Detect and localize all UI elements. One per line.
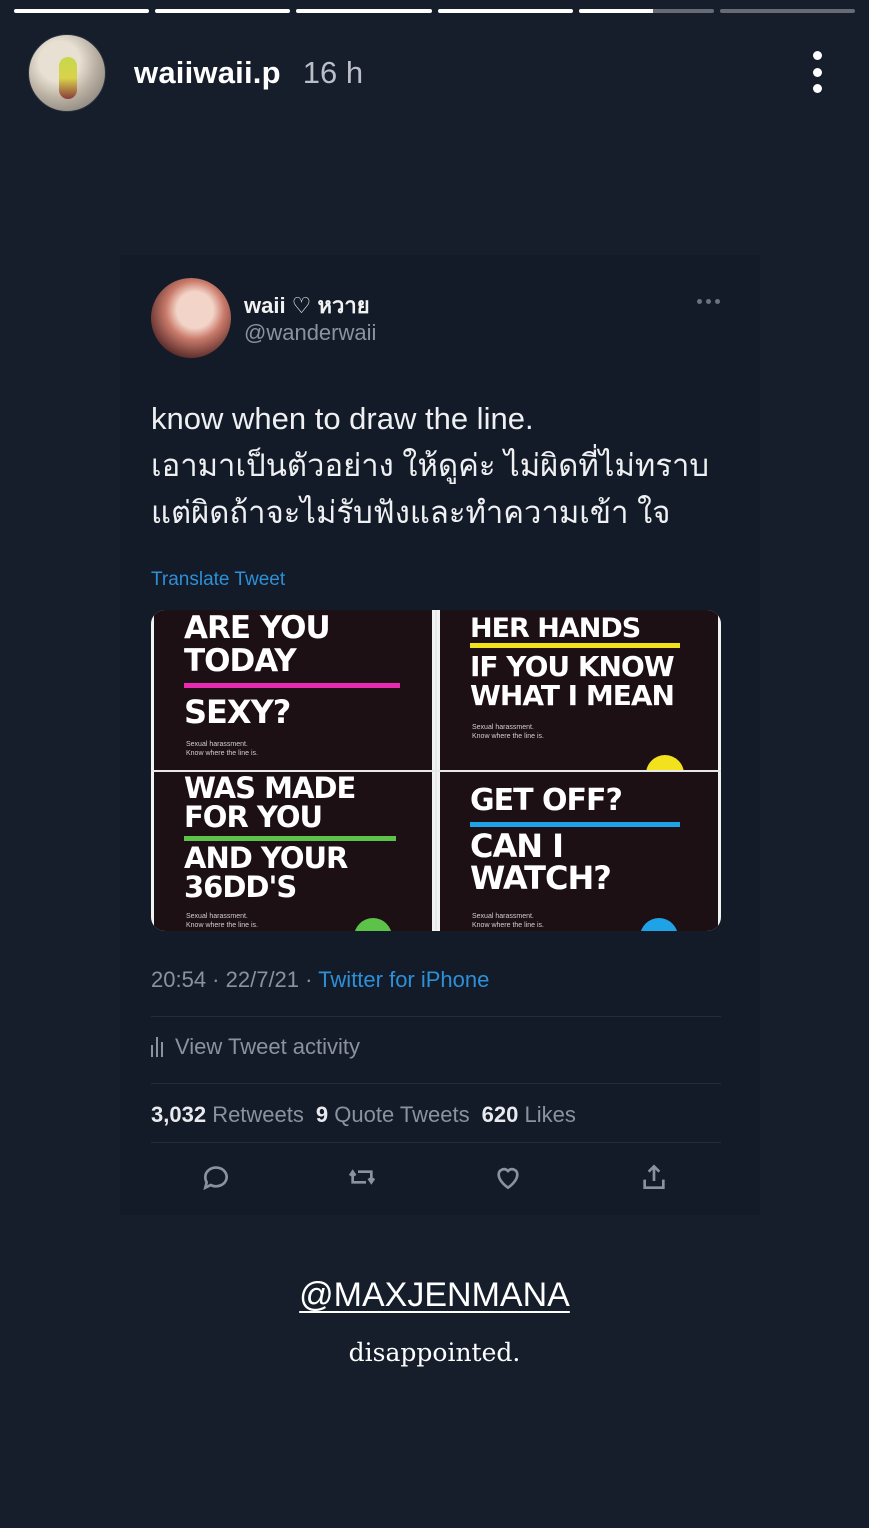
story-progress [14, 9, 856, 13]
media-caption: Sexual harassment. Know where the line i… [472, 724, 544, 740]
media-decor-circle [640, 917, 678, 931]
story-progress-fill [578, 9, 654, 13]
tweet-more-icon [697, 299, 720, 304]
quotes-label: Quote Tweets [334, 1102, 470, 1127]
media-subline: IF YOU KNOW WHAT I MEAN [470, 650, 675, 712]
media-caption: Sexual harassment. Know where the line i… [186, 912, 258, 929]
divider [151, 1083, 721, 1084]
story-progress-segment [155, 9, 291, 13]
media-image-4: GET OFF? CAN I WATCH? Sexual harassment.… [437, 771, 721, 931]
story-progress-segment [437, 9, 573, 13]
tweet-screenshot: waii ♡ หวาย @wanderwaii know when to dra… [120, 255, 760, 1215]
mention-text[interactable]: @MAXJENMANA [299, 1276, 570, 1314]
media-image-1: ARE YOU TODAY SEXY? Sexual harassment. K… [151, 610, 435, 770]
activity-label: View Tweet activity [175, 1034, 361, 1059]
media-accent-bar [184, 835, 396, 841]
retweet-icon [348, 1169, 376, 1185]
media-accent-bar [470, 821, 680, 827]
story-progress-segment [296, 9, 432, 13]
username[interactable]: waiiwaii.p [134, 55, 281, 91]
avatar[interactable] [28, 34, 106, 112]
media-decor-circle [354, 917, 392, 931]
story-progress-segment [578, 9, 714, 13]
media-headline: HER HANDS [470, 613, 641, 644]
translate-tweet-link: Translate Tweet [151, 569, 286, 590]
media-image-2: HER HANDS IF YOU KNOW WHAT I MEAN Sexual… [437, 610, 721, 770]
tweet-stats: 3,032 Retweets 9 Quote Tweets 620 Likes [151, 1102, 576, 1128]
story-header: waiiwaii.p 16 h [28, 33, 829, 113]
tweet-media-grid: ARE YOU TODAY SEXY? Sexual harassment. K… [151, 610, 721, 931]
quotes-count: 9 [315, 1102, 329, 1127]
tweet-avatar [151, 278, 231, 358]
media-headline: ARE YOU TODAY [184, 610, 331, 679]
media-headline: GET OFF? [470, 782, 623, 818]
media-caption: Sexual harassment. Know where the line i… [472, 912, 544, 929]
story-progress-segment [719, 9, 856, 13]
tweet-time: 20:54 [151, 967, 207, 992]
share-icon [643, 1164, 665, 1189]
likes-label: Likes [524, 1102, 576, 1127]
retweets-count: 3,032 [151, 1102, 207, 1127]
tweet-client: Twitter for iPhone [318, 967, 490, 992]
media-accent-bar [470, 643, 680, 648]
tweet-display-name: waii ♡ หวาย [244, 293, 370, 318]
media-subline: SEXY? [184, 693, 291, 731]
media-subline: AND YOUR 36DD'S [184, 840, 348, 904]
media-image-3: WAS MADE FOR YOU AND YOUR 36DD'S Sexual … [151, 771, 435, 931]
media-subline: CAN I WATCH? [470, 826, 612, 897]
story-progress-segment [14, 9, 150, 13]
story-progress-fill [437, 9, 573, 13]
divider [151, 1142, 721, 1143]
story-caption: disappointed. [348, 1338, 521, 1367]
reply-icon [203, 1166, 228, 1191]
mention-sticker[interactable]: @MAXJENMANA [0, 1276, 869, 1315]
media-decor-circle [646, 755, 684, 770]
tweet-date: 22/7/21 [225, 967, 300, 992]
retweets-label: Retweets [212, 1102, 304, 1127]
likes-count: 620 [481, 1102, 519, 1127]
story-progress-fill [155, 9, 291, 13]
like-icon [497, 1167, 519, 1190]
story-progress-fill [296, 9, 432, 13]
media-accent-bar [184, 683, 400, 688]
tweet-activity: View Tweet activity [151, 1034, 360, 1060]
media-headline: WAS MADE FOR YOU [184, 771, 356, 834]
tweet-meta: 20:54 · 22/7/21 · Twitter for iPhone [151, 967, 490, 992]
timestamp: 16 h [302, 55, 364, 90]
story-progress-fill [14, 9, 150, 13]
activity-icon [151, 1037, 163, 1057]
tweet-handle: @wanderwaii [244, 320, 377, 345]
media-caption: Sexual harassment. Know where the line i… [186, 741, 258, 757]
more-options-button[interactable] [805, 51, 829, 93]
tweet-actions [200, 1161, 670, 1193]
tweet-text: know when to draw the line. เอามาเป็นตัว… [151, 401, 710, 530]
divider [151, 1016, 721, 1017]
